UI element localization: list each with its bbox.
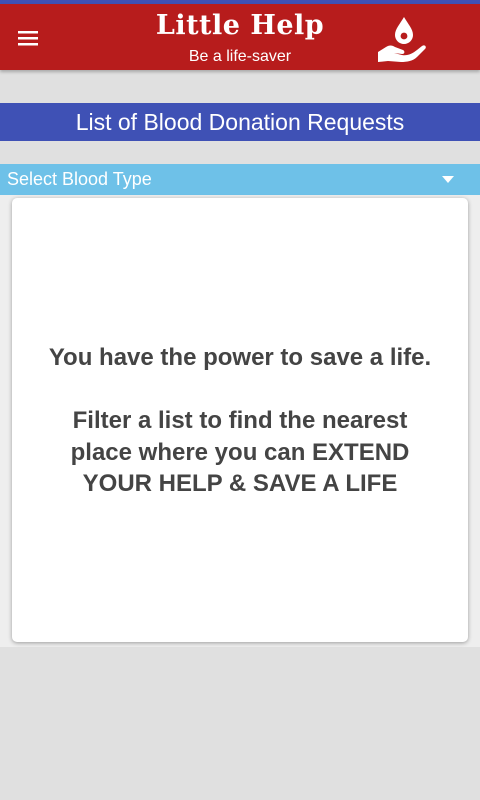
- section-title: List of Blood Donation Requests: [0, 103, 480, 141]
- blood-drop-hand-icon: [378, 17, 426, 62]
- dropdown-arrow-icon: [442, 176, 454, 183]
- card-headline: You have the power to save a life.: [48, 344, 432, 371]
- blood-type-select[interactable]: Select Blood Type: [0, 164, 480, 195]
- blood-type-select-placeholder: Select Blood Type: [7, 169, 152, 189]
- card-message-line: Filter a list to find the nearest: [72, 407, 408, 434]
- card-message-line: YOUR HELP & SAVE A LIFE: [82, 470, 398, 497]
- card-message-line: place where you can EXTEND: [70, 439, 410, 466]
- info-card: You have the power to save a life. Filte…: [12, 198, 468, 642]
- app-bar: Little Help Be a life-saver: [0, 4, 480, 70]
